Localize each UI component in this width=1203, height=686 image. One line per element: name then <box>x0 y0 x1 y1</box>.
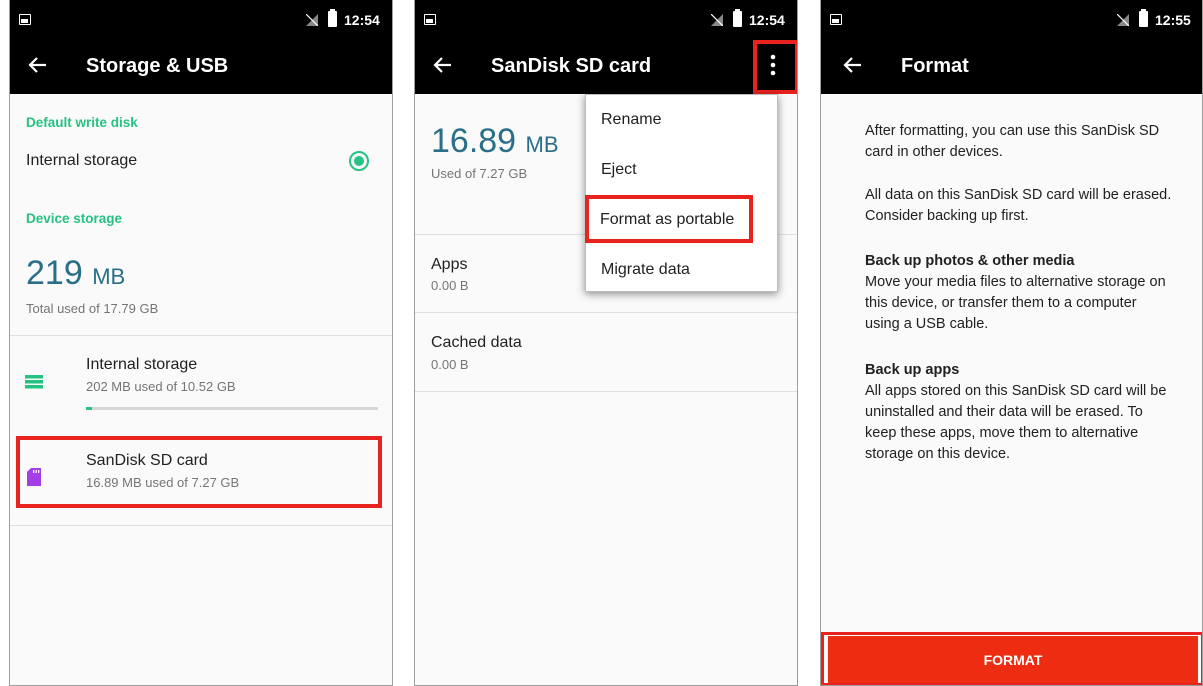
image-notification-icon <box>424 14 436 25</box>
settings-list: Default write disk Internal storage Devi… <box>10 94 392 685</box>
internal-storage-icon <box>25 375 43 389</box>
page-title: SanDisk SD card <box>491 55 652 77</box>
sd-card-icon <box>27 468 41 486</box>
menu-item-format-as-portable[interactable]: Format as portable <box>586 195 777 245</box>
divider <box>10 525 392 526</box>
sdcard-summary: 16.89 MB used of 7.27 GB <box>86 475 240 490</box>
image-notification-icon <box>830 14 842 25</box>
internal-storage-title: Internal storage <box>86 356 198 373</box>
backup-media-heading: Back up photos & other media <box>865 253 1075 269</box>
divider <box>415 391 797 392</box>
overflow-menu: Rename Eject Format as portable Migrate … <box>585 94 778 292</box>
overflow-menu-icon[interactable] <box>768 53 778 77</box>
total-used-caption: Total used of 17.79 GB <box>26 301 159 316</box>
format-screen: 12:55 Format After formatting, you can u… <box>820 0 1203 686</box>
no-sim-icon <box>711 14 723 26</box>
format-intro-text: After formatting, you can use this SanDi… <box>865 123 1160 160</box>
radio-selected-icon[interactable] <box>349 151 369 171</box>
clock: 12:54 <box>749 12 785 28</box>
battery-icon <box>1139 9 1148 27</box>
back-arrow-icon[interactable] <box>431 53 455 77</box>
clock: 12:54 <box>344 12 380 28</box>
back-arrow-icon[interactable] <box>26 53 50 77</box>
default-write-disk-header: Default write disk <box>26 115 138 130</box>
backup-media-text: Move your media files to alternative sto… <box>865 274 1166 332</box>
cached-data-title: Cached data <box>431 334 522 351</box>
image-notification-icon <box>19 14 31 25</box>
battery-icon <box>733 9 742 27</box>
battery-icon <box>328 9 337 27</box>
data-erased-text: All data on this SanDisk SD card will be… <box>865 187 1172 224</box>
used-value: 16.89 MB <box>431 122 559 160</box>
backup-apps-text: All apps stored on this SanDisk SD card … <box>865 383 1167 462</box>
app-bar: Format <box>821 40 1202 94</box>
default-write-disk-value: Internal storage <box>26 152 138 169</box>
divider <box>415 312 797 313</box>
clock: 12:55 <box>1155 12 1191 28</box>
backup-apps-heading: Back up apps <box>865 362 960 378</box>
format-body: After formatting, you can use this SanDi… <box>821 94 1202 685</box>
apps-title: Apps <box>431 256 468 273</box>
status-bar: 12:54 <box>10 0 392 40</box>
menu-item-migrate-data[interactable]: Migrate data <box>586 245 777 295</box>
format-button-highlight-box <box>821 632 1202 685</box>
internal-storage-summary: 202 MB used of 10.52 GB <box>86 379 236 394</box>
total-used-value: 219 MB <box>26 254 126 292</box>
apps-value: 0.00 B <box>431 278 469 293</box>
no-sim-icon <box>1117 14 1129 26</box>
app-bar: Storage & USB <box>10 40 392 94</box>
no-sim-icon <box>306 14 318 26</box>
page-title: Storage & USB <box>86 55 229 77</box>
app-bar: SanDisk SD card <box>415 40 797 94</box>
storage-usb-screen: 12:54 Storage & USB Default write disk I… <box>9 0 393 686</box>
page-title: Format <box>901 55 969 77</box>
back-arrow-icon[interactable] <box>841 53 865 77</box>
menu-item-eject[interactable]: Eject <box>586 145 777 195</box>
menu-item-rename[interactable]: Rename <box>586 95 777 145</box>
divider <box>10 335 392 336</box>
device-storage-header: Device storage <box>26 211 123 226</box>
sdcard-title: SanDisk SD card <box>86 452 208 469</box>
status-bar: 12:54 <box>415 0 797 40</box>
backup-media-section: Back up photos & other media Move your m… <box>865 251 1175 335</box>
progress-fill <box>86 407 92 410</box>
cached-data-value: 0.00 B <box>431 357 469 372</box>
status-bar: 12:55 <box>821 0 1202 40</box>
backup-apps-section: Back up apps All apps stored on this San… <box>865 360 1175 465</box>
used-caption: Used of 7.27 GB <box>431 166 528 181</box>
internal-storage-progress <box>86 407 378 410</box>
